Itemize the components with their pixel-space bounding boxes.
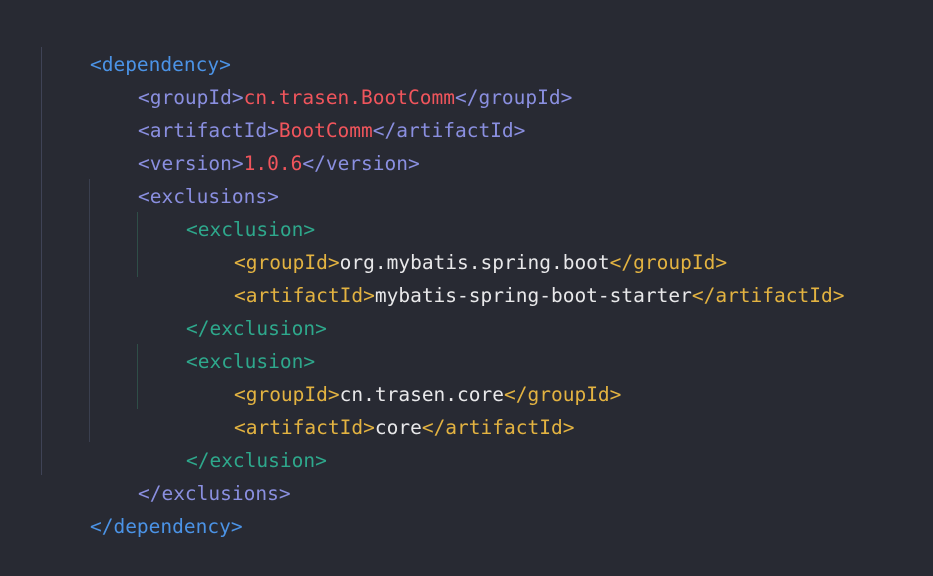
indent-guide: [41, 47, 42, 475]
code-line: <groupId>cn.trasen.BootComm</groupId>: [91, 48, 572, 109]
tag-close: </version>: [302, 152, 420, 175]
code-line: <artifactId>BootComm</artifactId>: [91, 81, 525, 142]
indent-guide: [137, 212, 138, 277]
code-line: <exclusion>: [139, 180, 315, 241]
tag-value: mybatis-spring-boot-starter: [374, 284, 692, 307]
code-line: </exclusion>: [139, 411, 327, 472]
code-line: </exclusions>: [91, 444, 291, 505]
indent-guide: [89, 179, 90, 442]
tag-value: core: [374, 416, 422, 439]
code-line: </dependency>: [43, 477, 243, 538]
code-line: </exclusion>: [139, 279, 327, 340]
tag-close: </artifactId>: [421, 416, 575, 439]
code-editor[interactable]: <dependency> <groupId>cn.trasen.BootComm…: [0, 0, 933, 538]
code-line: <exclusion>: [139, 312, 315, 373]
tag-dependency-close: </dependency>: [89, 515, 243, 538]
code-line: <groupId>cn.trasen.core</groupId>: [187, 345, 621, 406]
code-line: <artifactId>core</artifactId>: [187, 378, 574, 439]
code-line: <groupId>org.mybatis.spring.boot</groupI…: [187, 213, 727, 274]
tag-close: </artifactId>: [691, 284, 845, 307]
code-line: <dependency>: [43, 15, 231, 76]
code-line: <exclusions>: [91, 147, 279, 208]
code-line: <version>1.0.6</version>: [91, 114, 420, 175]
code-line: <artifactId>mybatis-spring-boot-starter<…: [187, 246, 845, 307]
indent-guide: [137, 344, 138, 409]
